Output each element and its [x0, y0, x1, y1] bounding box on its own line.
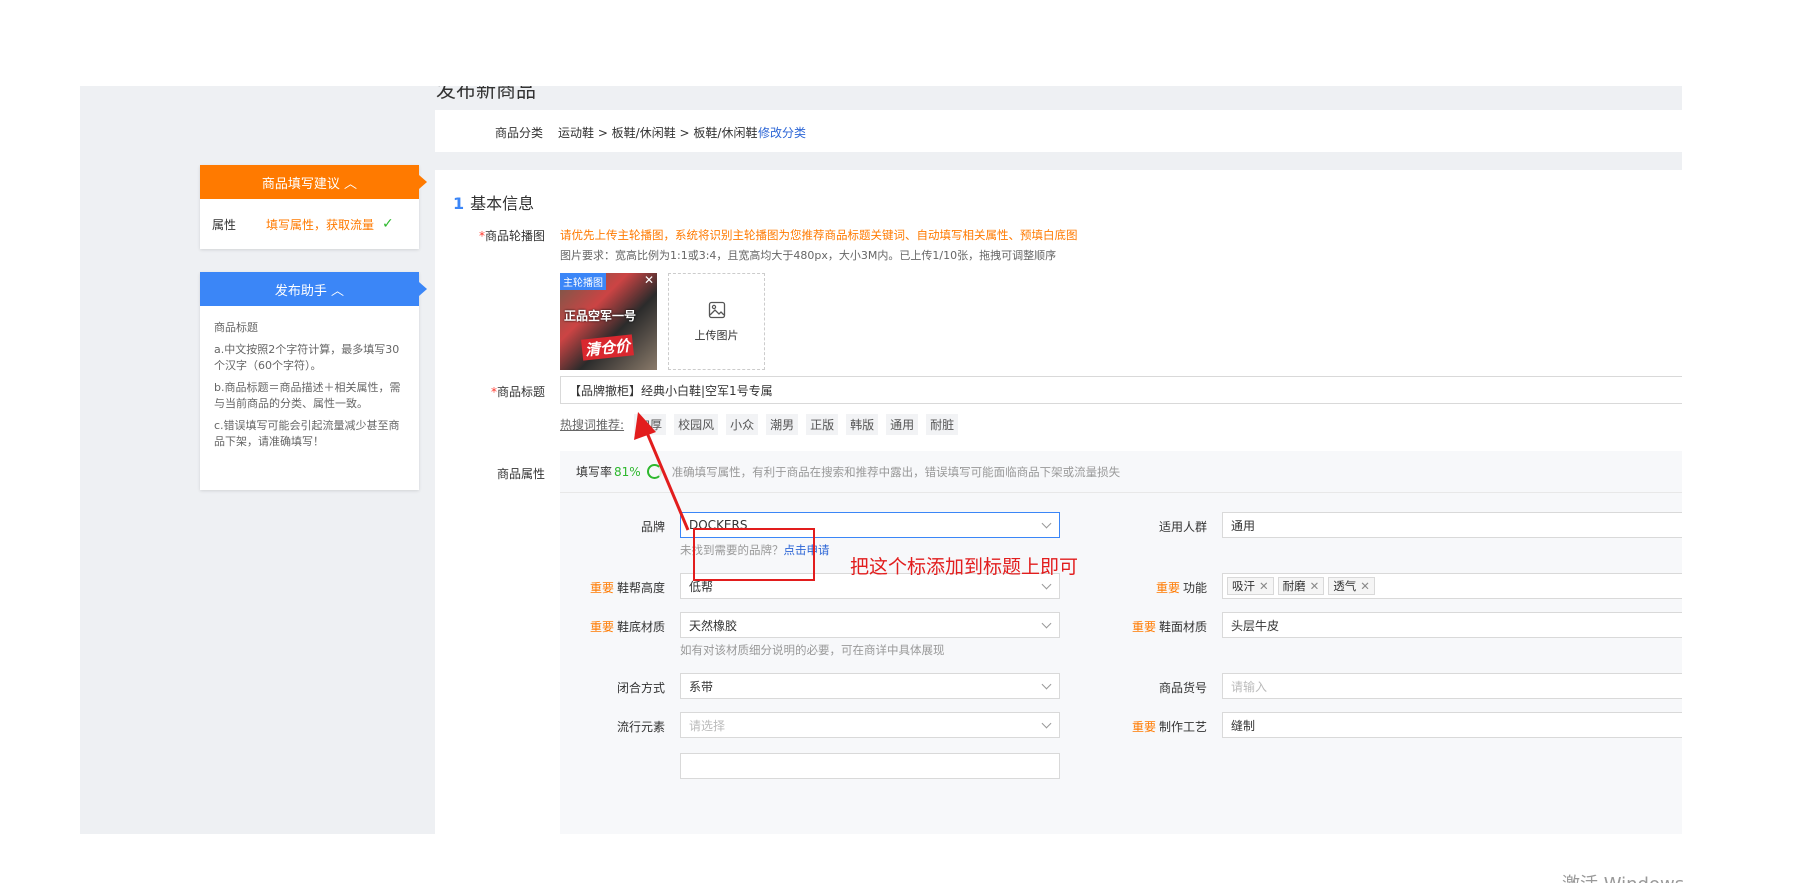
closure-select[interactable]: 系带	[680, 673, 1060, 699]
helper-line-c: c.错误填写可能会引起流量减少甚至商品下架，请准确填写！	[214, 419, 400, 448]
upload-image-button[interactable]: 上传图片	[668, 273, 765, 370]
function-chip: 吸汗 ✕	[1227, 577, 1274, 595]
basic-info-form: 1 基本信息 *商品轮播图 请优先上传主轮播图，系统将识别主轮播图为您推荐商品标题…	[435, 170, 1682, 834]
annotation-text: 把这个标添加到标题上即可	[850, 556, 1079, 578]
image-icon	[708, 301, 725, 318]
fill-rate-ring-icon	[646, 464, 662, 479]
sole-label: 重要 鞋底材质	[589, 620, 665, 634]
remove-chip-icon[interactable]: ✕	[1310, 579, 1320, 593]
hot-word-tag[interactable]: 小众	[726, 414, 759, 435]
hot-word-tag[interactable]: 韩版	[846, 414, 879, 435]
hot-words-label: 热搜词推荐:	[560, 418, 625, 432]
closure-label: 闭合方式	[616, 681, 665, 695]
chevron-down-icon	[1041, 518, 1052, 529]
fill-rate-label: 填写率	[576, 465, 613, 479]
hot-words-bar: 热搜词推荐: 加厚 校园风 小众 潮男 正版 韩版 通用 耐脏	[560, 414, 959, 435]
category-path: 运动鞋 > 板鞋/休闲鞋 > 板鞋/休闲鞋	[558, 126, 758, 140]
helper-line-a: a.中文按照2个字符计算，最多填写30个汉字（60个字符）。	[214, 343, 400, 372]
upper-height-label: 重要 鞋帮高度	[589, 581, 665, 595]
attributes-note: 准确填写属性，有利于商品在搜索和推荐中露出，错误填写可能面临商品下架或流量损失	[671, 464, 1121, 479]
section-number: 1	[453, 194, 465, 213]
function-chip: 耐磨 ✕	[1277, 577, 1325, 595]
fill-tips-toggle[interactable]: 商品填写建议 ︿	[200, 165, 427, 199]
sole-select[interactable]: 天然橡胶	[680, 612, 1060, 638]
function-label: 重要 功能	[1155, 581, 1207, 595]
images-main-tip: 请优先上传主轮播图，系统将识别主轮播图为您推荐商品标题关键词、自动填写相关属性、…	[560, 228, 1078, 242]
windows-activation-watermark: 激活 Windows	[1562, 870, 1684, 883]
people-label: 适用人群	[1158, 520, 1207, 534]
title-label: *商品标题	[490, 385, 545, 399]
page-title: 发布新商品	[436, 86, 536, 102]
attributes-label: 商品属性	[496, 467, 545, 481]
chevron-down-icon	[1041, 679, 1052, 690]
item-no-input[interactable]: 请输入	[1222, 673, 1682, 699]
item-no-label: 商品货号	[1158, 681, 1207, 695]
chevron-down-icon	[1041, 579, 1052, 590]
tips-row-value: 填写属性，获取流量	[266, 217, 375, 232]
fill-rate-value: 81%	[614, 464, 641, 479]
upper-material-select[interactable]: 头层牛皮	[1222, 612, 1682, 638]
style-placeholder: 请选择	[689, 718, 726, 733]
hot-word-tag[interactable]: 耐脏	[926, 414, 959, 435]
fill-tips-panel: 商品填写建议 ︿ 属性 填写属性，获取流量 ✓	[200, 165, 427, 249]
tips-row-attribute[interactable]: 属性 填写属性，获取流量 ✓	[200, 199, 419, 249]
section-title: 1 基本信息	[453, 190, 534, 214]
style-label: 流行元素	[616, 720, 665, 734]
hot-word-tag[interactable]: 潮男	[766, 414, 799, 435]
item-no-placeholder: 请输入	[1231, 679, 1268, 694]
page-viewport: 发布新商品 商品分类 运动鞋 > 板鞋/休闲鞋 > 板鞋/休闲鞋 修改分类 商品…	[80, 86, 1682, 834]
remove-chip-icon[interactable]: ✕	[1259, 579, 1269, 593]
main-image-thumbnail[interactable]: 主轮播图 ✕ 正品空军一号 清仓价	[560, 273, 657, 370]
remove-chip-icon[interactable]: ✕	[1360, 579, 1370, 593]
main-image-badge: 主轮播图	[560, 273, 606, 290]
sole-hint: 如有对该材质细分说明的必要，可在商详中具体展现	[680, 643, 945, 657]
publish-helper-panel: 发布助手 ︿ 商品标题 a.中文按照2个字符计算，最多填写30个汉字（60个字符…	[200, 272, 427, 490]
product-title-input[interactable]: 【品牌撤柜】经典小白鞋|空军1号专属	[560, 376, 1682, 404]
images-label: *商品轮播图	[478, 229, 545, 243]
close-icon[interactable]: ✕	[644, 273, 654, 287]
chevron-down-icon	[1041, 618, 1052, 629]
images-requirement-tip: 图片要求：宽高比例为1:1或3:4，且宽高均大于480px，大小3M内。已上传1…	[560, 249, 1057, 262]
hot-word-tag[interactable]: 通用	[886, 414, 919, 435]
function-multiselect[interactable]: 吸汗 ✕ 耐磨 ✕ 透气 ✕	[1222, 573, 1682, 599]
upper-material-value: 头层牛皮	[1231, 618, 1280, 633]
thumbnail-price: 清仓价	[581, 334, 634, 361]
hot-word-tag[interactable]: 正版	[806, 414, 839, 435]
helper-heading: 商品标题	[214, 321, 258, 334]
closure-value: 系带	[689, 679, 714, 694]
edit-category-link[interactable]: 修改分类	[758, 124, 806, 141]
category-label: 商品分类	[495, 126, 544, 140]
craft-label: 重要 制作工艺	[1131, 720, 1207, 734]
helper-line-b: b.商品标题＝商品描述＋相关属性，需与当前商品的分类、属性一致。	[214, 381, 401, 410]
upper-material-label: 重要 鞋面材质	[1131, 620, 1207, 634]
hot-word-tag[interactable]: 加厚	[634, 414, 667, 435]
craft-select[interactable]: 缝制	[1222, 712, 1682, 738]
category-bar: 商品分类 运动鞋 > 板鞋/休闲鞋 > 板鞋/休闲鞋 修改分类	[435, 110, 1682, 152]
craft-value: 缝制	[1231, 718, 1256, 733]
function-chip: 透气 ✕	[1328, 577, 1375, 595]
people-select[interactable]: 通用	[1222, 512, 1682, 538]
brand-label: 品牌	[640, 520, 665, 534]
chevron-down-icon	[1041, 718, 1052, 729]
section-title-text: 基本信息	[470, 194, 535, 213]
people-value: 通用	[1231, 518, 1256, 533]
next-attribute-select[interactable]	[680, 753, 1060, 779]
annotation-box	[693, 528, 815, 581]
check-icon: ✓	[382, 216, 394, 232]
upload-image-label: 上传图片	[694, 328, 739, 342]
attributes-header: 填写率 81% 准确填写属性，有利于商品在搜索和推荐中露出，错误填写可能面临商品…	[560, 451, 1682, 493]
tips-row-label: 属性	[212, 217, 237, 232]
thumbnail-caption: 正品空军一号	[564, 309, 637, 323]
attributes-panel: 填写率 81% 准确填写属性，有利于商品在搜索和推荐中露出，错误填写可能面临商品…	[560, 451, 1682, 834]
sole-value: 天然橡胶	[689, 618, 738, 633]
style-select[interactable]: 请选择	[680, 712, 1060, 738]
publish-helper-toggle[interactable]: 发布助手 ︿	[200, 272, 427, 306]
hot-word-tag[interactable]: 校园风	[674, 414, 719, 435]
